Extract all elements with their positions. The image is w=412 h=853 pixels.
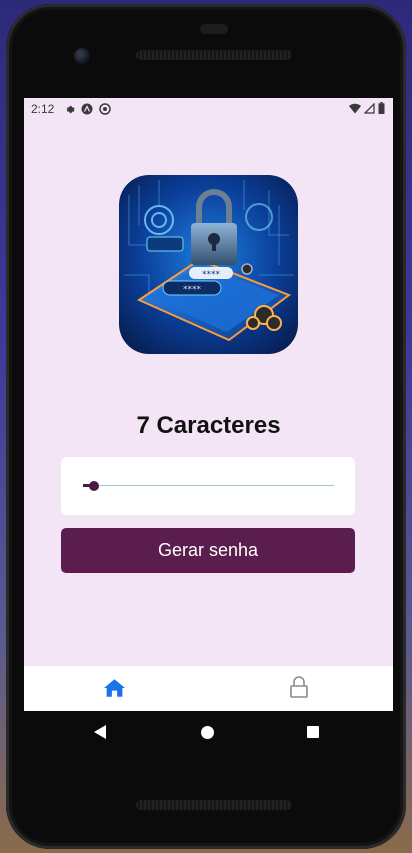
status-time: 2:12 [31,102,55,116]
page-title: 7 Caracteres [136,412,281,439]
app-a-icon [81,103,93,115]
system-navigation-bar [24,711,393,755]
length-slider-card [61,457,355,515]
back-icon[interactable] [94,725,108,739]
app-screen: 2:12 **** **** 7 Caracteres Gerar senha [24,98,393,711]
sync-icon [99,103,112,115]
signal-icon [364,102,375,114]
earpiece [200,24,228,34]
status-icons-left [64,103,112,115]
svg-text:****: **** [183,285,202,295]
slider-thumb[interactable] [89,481,99,491]
battery-icon [378,102,385,114]
generate-password-button[interactable]: Gerar senha [61,528,355,573]
top-speaker-grille [136,50,292,60]
wifi-icon [349,103,361,113]
home-icon [104,679,125,697]
bottom-tab-bar [24,666,393,711]
lock-icon [290,676,308,698]
recents-square-icon[interactable] [307,726,319,738]
gear-icon [67,105,75,113]
slider-track[interactable] [83,485,334,486]
status-icons-right [349,102,385,114]
tab-passwords[interactable] [290,676,308,703]
password-lock-illustration-icon: **** **** [119,175,298,354]
tab-home[interactable] [104,678,125,703]
bottom-speaker-grille [136,800,292,810]
app-logo-image: **** **** [119,175,298,354]
front-camera [74,48,90,64]
svg-text:****: **** [202,270,221,280]
home-circle-icon[interactable] [201,726,214,739]
status-bar: 2:12 [24,98,393,120]
